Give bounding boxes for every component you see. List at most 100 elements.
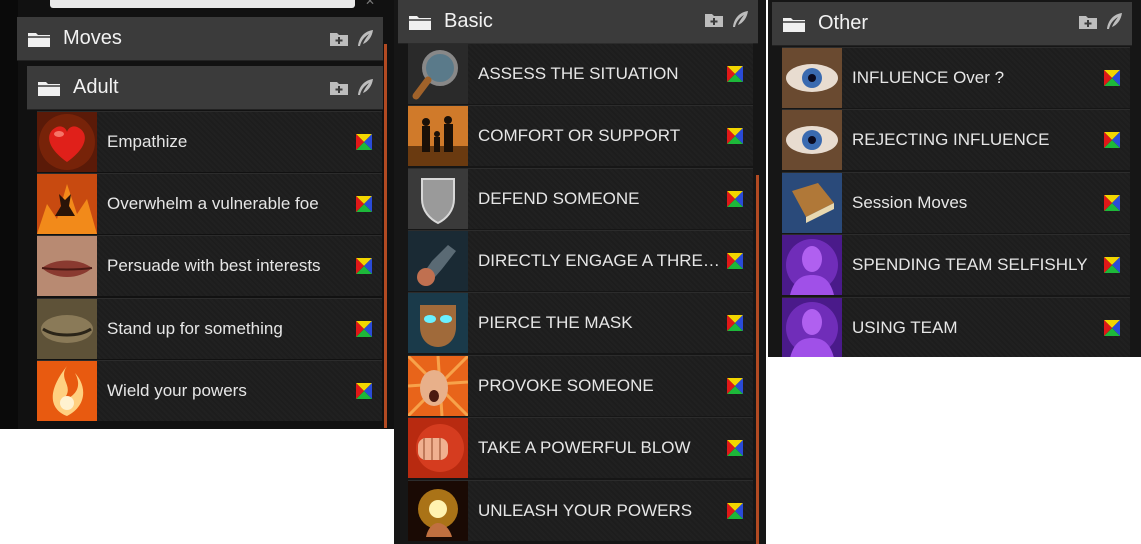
folder-basic[interactable]: Basic	[398, 0, 758, 44]
list-item[interactable]: Empathize	[37, 111, 382, 172]
list-item[interactable]: SPENDING TEAM SELFISHLY	[782, 234, 1130, 295]
tricolor-badge-icon[interactable]	[1104, 132, 1120, 148]
tricolor-badge-icon[interactable]	[727, 503, 743, 519]
folder-icon	[409, 15, 431, 30]
scrollbar[interactable]	[384, 44, 387, 428]
eye-icon	[782, 110, 842, 170]
glowing-hand-icon	[408, 481, 468, 541]
add-folder-icon[interactable]	[704, 10, 724, 30]
lips-icon	[37, 236, 97, 296]
folder-title: Basic	[444, 10, 493, 32]
tricolor-badge-icon[interactable]	[727, 128, 743, 144]
item-label: USING TEAM	[852, 318, 958, 337]
gauntlet-fist-icon	[408, 231, 468, 291]
tricolor-badge-icon[interactable]	[727, 378, 743, 394]
family-silhouette-icon	[408, 106, 468, 166]
panel-edge	[0, 0, 18, 429]
list-item[interactable]: ASSESS THE SITUATION	[408, 43, 753, 104]
item-label: SPENDING TEAM SELFISHLY	[852, 255, 1088, 274]
tricolor-badge-icon[interactable]	[356, 134, 372, 150]
scrollbar[interactable]	[756, 175, 759, 544]
basic-panel: Basic ASSESS THE SITUATION COMFORT OR SU…	[394, 0, 766, 544]
item-label: TAKE A POWERFUL BLOW	[478, 438, 691, 457]
add-folder-icon[interactable]	[329, 78, 349, 98]
folder-adult[interactable]: Adult	[27, 66, 383, 110]
folder-moves[interactable]: Moves	[17, 17, 383, 61]
tricolor-badge-icon[interactable]	[356, 321, 372, 337]
folder-icon	[38, 81, 60, 96]
tricolor-badge-icon[interactable]	[727, 440, 743, 456]
tricolor-badge-icon[interactable]	[727, 253, 743, 269]
tricolor-badge-icon[interactable]	[356, 196, 372, 212]
purple-figure-icon	[782, 298, 842, 357]
shield-icon	[408, 169, 468, 229]
folder-icon	[783, 17, 805, 32]
tricolor-badge-icon[interactable]	[727, 66, 743, 82]
item-label: Wield your powers	[107, 381, 247, 400]
list-item[interactable]: Wield your powers	[37, 360, 382, 421]
shouting-face-icon	[408, 356, 468, 416]
list-item[interactable]: TAKE A POWERFUL BLOW	[408, 417, 753, 478]
folder-icon	[28, 32, 50, 47]
list-item[interactable]: COMFORT OR SUPPORT	[408, 105, 753, 166]
tricolor-badge-icon[interactable]	[1104, 70, 1120, 86]
folder-other[interactable]: Other	[772, 2, 1132, 46]
folder-title: Moves	[63, 27, 122, 49]
item-label: Stand up for something	[107, 319, 283, 338]
item-label: COMFORT OR SUPPORT	[478, 126, 681, 145]
moves-panel: ✕ Moves Adult Empathize Overwhelm a vuln…	[0, 0, 394, 429]
book-icon	[782, 173, 842, 233]
list-item[interactable]: UNLEASH YOUR POWERS	[408, 480, 753, 541]
tricolor-badge-icon[interactable]	[1104, 257, 1120, 273]
add-folder-icon[interactable]	[1078, 12, 1098, 32]
quill-icon[interactable]	[1104, 12, 1124, 32]
item-label: Persuade with best interests	[107, 256, 321, 275]
flame-power-icon	[37, 361, 97, 421]
tricolor-badge-icon[interactable]	[1104, 320, 1120, 336]
add-folder-icon[interactable]	[329, 29, 349, 49]
item-label: REJECTING INFLUENCE	[852, 130, 1050, 149]
other-panel: Other INFLUENCE Over ? REJECTING INFLUEN…	[768, 0, 1141, 357]
tricolor-badge-icon[interactable]	[1104, 195, 1120, 211]
mask-icon	[408, 293, 468, 353]
item-label: DIRECTLY ENGAGE A THRE…	[478, 251, 720, 270]
tricolor-badge-icon[interactable]	[727, 191, 743, 207]
list-item[interactable]: Overwhelm a vulnerable foe	[37, 173, 382, 234]
item-label: PROVOKE SOMEONE	[478, 376, 654, 395]
magnifier-icon	[408, 44, 468, 104]
eye-icon	[782, 48, 842, 108]
search-input[interactable]	[50, 0, 355, 8]
list-item[interactable]: PROVOKE SOMEONE	[408, 355, 753, 416]
list-item[interactable]: DIRECTLY ENGAGE A THRE…	[408, 230, 753, 291]
item-label: Empathize	[107, 132, 188, 151]
tricolor-badge-icon[interactable]	[356, 383, 372, 399]
list-item[interactable]: Persuade with best interests	[37, 235, 382, 296]
closed-eye-icon	[37, 299, 97, 359]
list-item[interactable]: Stand up for something	[37, 298, 382, 359]
item-label: ASSESS THE SITUATION	[478, 64, 679, 83]
quill-icon[interactable]	[355, 29, 375, 49]
folder-title: Other	[818, 12, 869, 34]
quill-icon[interactable]	[730, 10, 750, 30]
list-item[interactable]: REJECTING INFLUENCE	[782, 109, 1130, 170]
item-label: Overwhelm a vulnerable foe	[107, 194, 319, 213]
list-item[interactable]: USING TEAM	[782, 297, 1130, 357]
list-item[interactable]: PIERCE THE MASK	[408, 292, 753, 353]
folder-title: Adult	[73, 76, 119, 98]
item-label: DEFEND SOMEONE	[478, 189, 640, 208]
list-item[interactable]: DEFEND SOMEONE	[408, 168, 753, 229]
list-item[interactable]: Session Moves	[782, 172, 1130, 233]
tricolor-badge-icon[interactable]	[727, 315, 743, 331]
item-label: INFLUENCE Over ?	[852, 68, 1005, 87]
tricolor-badge-icon[interactable]	[356, 258, 372, 274]
quill-icon[interactable]	[355, 78, 375, 98]
item-label: Session Moves	[852, 193, 968, 212]
close-icon[interactable]: ✕	[365, 0, 375, 8]
item-label: PIERCE THE MASK	[478, 313, 633, 332]
list-item[interactable]: INFLUENCE Over ?	[782, 47, 1130, 108]
purple-figure-icon	[782, 235, 842, 295]
item-label: UNLEASH YOUR POWERS	[478, 501, 693, 520]
punch-icon	[408, 418, 468, 478]
fire-demon-icon	[37, 174, 97, 234]
heart-icon	[37, 112, 97, 172]
